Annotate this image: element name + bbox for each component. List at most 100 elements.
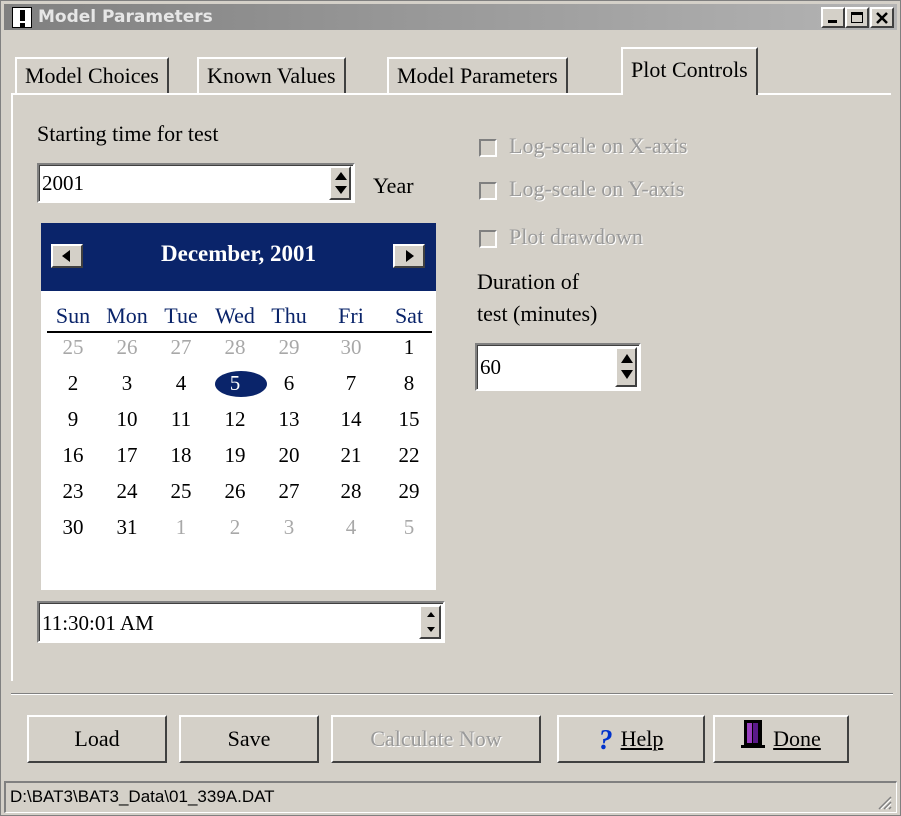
tab-known-values[interactable]: Known Values <box>197 57 346 93</box>
calendar-day[interactable]: 28 <box>327 479 375 504</box>
log-x-checkbox[interactable] <box>479 139 497 157</box>
status-bar: D:\BAT3\BAT3_Data\01_339A.DAT <box>4 781 897 813</box>
done-label: Done <box>773 726 821 751</box>
done-button[interactable]: Done <box>713 715 849 763</box>
next-month-button[interactable] <box>393 244 425 268</box>
minimize-button[interactable] <box>821 7 845 28</box>
window-title: Model Parameters <box>38 7 213 27</box>
calendar-day[interactable]: 1 <box>157 515 205 540</box>
calendar-day[interactable]: 27 <box>265 479 313 504</box>
calendar-day[interactable]: 4 <box>157 371 205 396</box>
year-label: Year <box>373 173 414 198</box>
calendar-day[interactable]: 24 <box>103 479 151 504</box>
spin-arrows-icon <box>335 172 347 194</box>
time-value: 11:30:01 AM <box>42 611 154 635</box>
tab-model-choices[interactable]: Model Choices <box>15 57 169 93</box>
weekday-label: Wed <box>215 303 255 328</box>
duration-label-line2: test (minutes) <box>477 301 598 326</box>
calendar-day[interactable]: 3 <box>103 371 151 396</box>
calendar-day[interactable]: 29 <box>385 479 433 504</box>
year-value: 2001 <box>42 171 84 195</box>
load-button[interactable]: Load <box>27 715 167 763</box>
duration-spinner[interactable] <box>615 347 637 387</box>
calendar-day[interactable]: 14 <box>327 407 375 432</box>
calendar-day[interactable]: 26 <box>211 479 259 504</box>
calendar-day[interactable]: 25 <box>49 335 97 360</box>
weekday-label: Sun <box>55 303 91 328</box>
help-label: Help <box>620 726 664 751</box>
calendar-day[interactable]: 4 <box>327 515 375 540</box>
calendar-day[interactable]: 2 <box>49 371 97 396</box>
plot-drawdown-label: Plot drawdown <box>509 224 643 249</box>
calendar-day[interactable]: 5 <box>385 515 433 540</box>
calendar-day[interactable]: 26 <box>103 335 151 360</box>
calendar-day[interactable]: 1 <box>385 335 433 360</box>
calendar-month-title: December, 2001 <box>161 241 316 266</box>
plot-drawdown-checkbox[interactable] <box>479 230 497 248</box>
weekday-label: Mon <box>106 303 148 328</box>
calendar-day[interactable]: 17 <box>103 443 151 468</box>
calendar-day[interactable]: 13 <box>265 407 313 432</box>
calendar-day[interactable]: 2 <box>211 515 259 540</box>
exclamation-icon <box>12 7 32 28</box>
calendar-day[interactable]: 21 <box>327 443 375 468</box>
calendar-day[interactable]: 31 <box>103 515 151 540</box>
duration-label-line1: Duration of <box>477 269 580 294</box>
help-button[interactable]: ? Help <box>557 715 705 763</box>
maximize-button[interactable] <box>845 7 869 28</box>
calendar-day[interactable]: 16 <box>49 443 97 468</box>
door-exit-icon <box>741 718 766 763</box>
calendar-day[interactable]: 25 <box>157 479 205 504</box>
calendar-day[interactable]: 9 <box>49 407 97 432</box>
triangle-right-icon <box>406 250 414 262</box>
calendar-day[interactable]: 27 <box>157 335 205 360</box>
model-parameters-window: Model Parameters Model Choices Known Val… <box>0 0 901 816</box>
month-calendar[interactable]: December, 2001 Sun Mon Tue Wed Thu Fri Sat 25 2… <box>41 223 436 590</box>
save-button[interactable]: Save <box>179 715 319 763</box>
calendar-divider <box>47 331 432 333</box>
tab-plot-controls[interactable]: Plot Controls <box>621 47 758 95</box>
calendar-day[interactable]: 11 <box>157 407 205 432</box>
tab-strip: Model Choices Known Values Model Paramet… <box>15 47 815 95</box>
separator <box>11 693 893 695</box>
year-spinner[interactable] <box>329 166 351 200</box>
calendar-day[interactable]: 22 <box>385 443 433 468</box>
calendar-day[interactable]: 8 <box>385 371 433 396</box>
calendar-day[interactable]: 15 <box>385 407 433 432</box>
calendar-day[interactable]: 23 <box>49 479 97 504</box>
calendar-day[interactable]: 29 <box>265 335 313 360</box>
calendar-day[interactable]: 12 <box>211 407 259 432</box>
calendar-day[interactable]: 30 <box>49 515 97 540</box>
calendar-day[interactable]: 3 <box>265 515 313 540</box>
calendar-day[interactable]: 28 <box>211 335 259 360</box>
weekday-label: Fri <box>338 303 364 328</box>
spin-arrows-icon <box>621 354 633 379</box>
year-input[interactable]: 2001 <box>37 163 355 203</box>
calendar-day[interactable]: 30 <box>327 335 375 360</box>
calendar-day[interactable]: 10 <box>103 407 151 432</box>
duration-input[interactable]: 60 <box>475 343 641 391</box>
log-x-label: Log-scale on X-axis <box>509 133 688 158</box>
time-spinner[interactable] <box>419 605 441 639</box>
weekday-label: Sat <box>394 303 424 328</box>
title-bar[interactable]: Model Parameters <box>4 4 897 30</box>
weekday-label: Tue <box>164 303 198 328</box>
resize-grip-icon <box>878 796 892 810</box>
time-input[interactable]: 11:30:01 AM <box>37 601 445 643</box>
calendar-day[interactable]: 6 <box>265 371 313 396</box>
calendar-day[interactable]: 7 <box>327 371 375 396</box>
calendar-day[interactable]: 5 <box>211 371 259 396</box>
calendar-day[interactable]: 20 <box>265 443 313 468</box>
duration-value: 60 <box>480 355 501 379</box>
close-button[interactable] <box>870 7 894 28</box>
question-mark-icon: ? <box>598 724 613 756</box>
calendar-day[interactable]: 19 <box>211 443 259 468</box>
starting-time-label: Starting time for test <box>37 121 219 146</box>
close-icon <box>876 12 888 24</box>
log-y-checkbox[interactable] <box>479 182 497 200</box>
weekday-label: Thu <box>271 303 307 328</box>
calculate-now-button[interactable]: Calculate Now <box>331 715 541 763</box>
tab-model-parameters[interactable]: Model Parameters <box>387 57 568 93</box>
log-y-label: Log-scale on Y-axis <box>509 176 685 201</box>
calendar-day[interactable]: 18 <box>157 443 205 468</box>
